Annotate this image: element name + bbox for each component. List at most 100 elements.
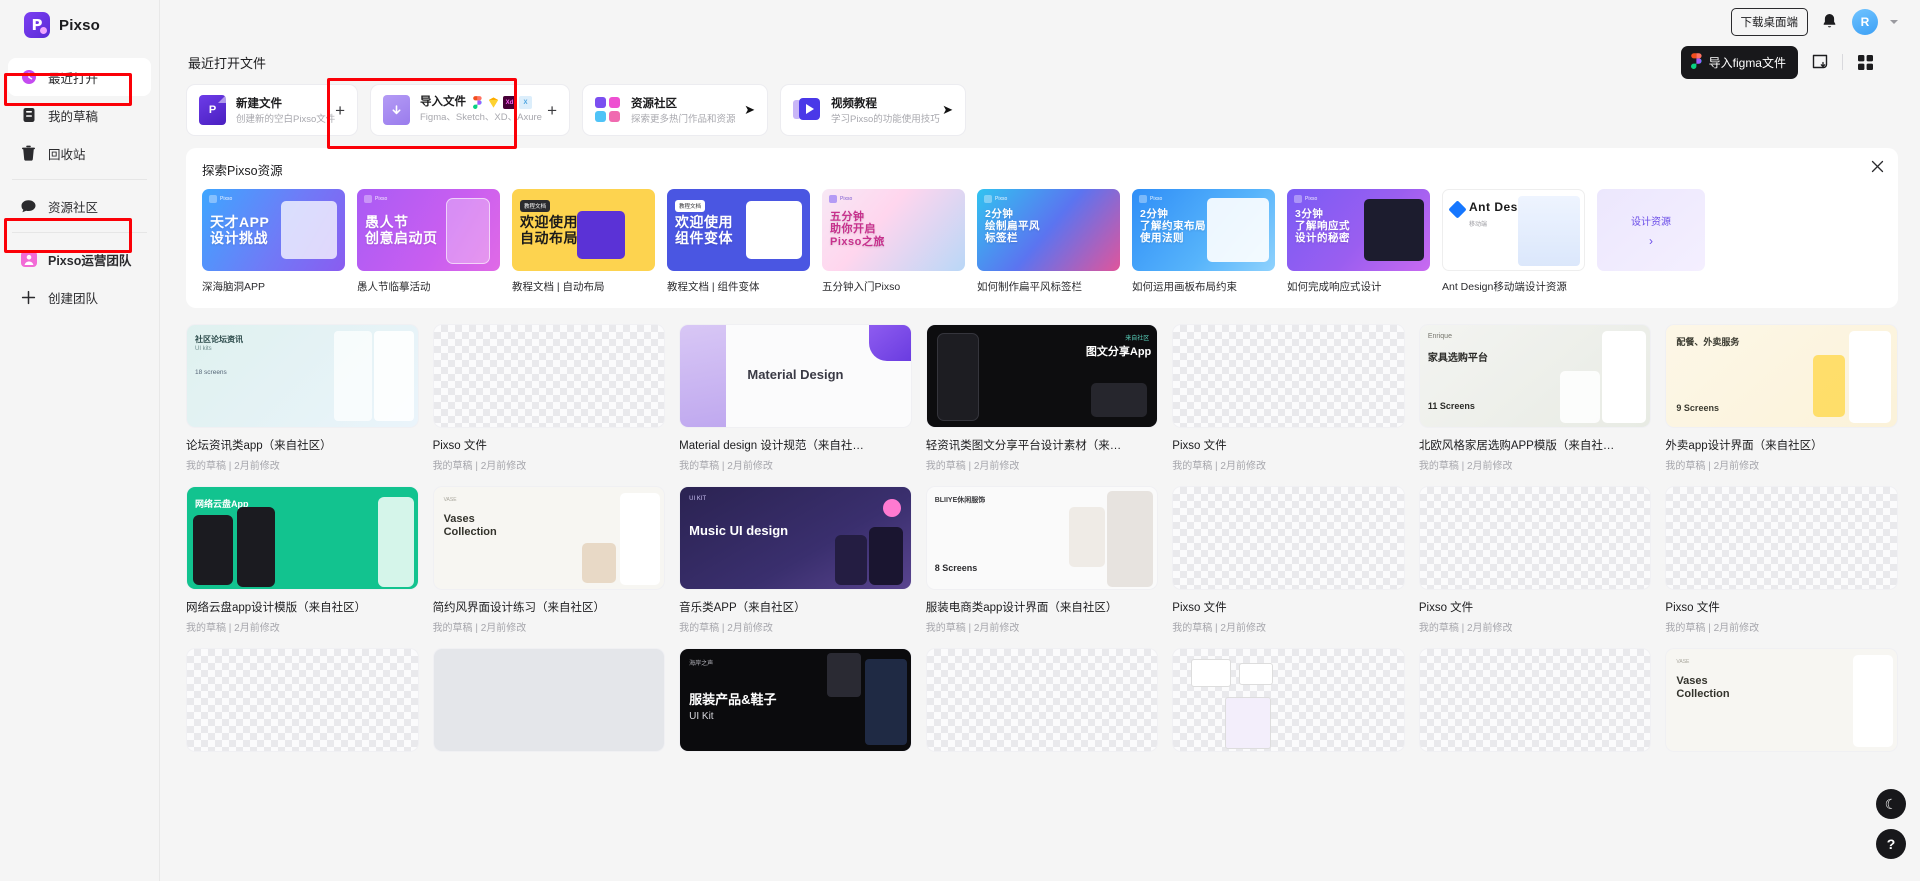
explore-thumb: Pixso 2分钟 绘制扁平风 标签栏 bbox=[977, 189, 1120, 271]
thumb-panel bbox=[1069, 507, 1106, 567]
file-card[interactable]: 图文分享App 来自社区 轻资讯类图文分享平台设计素材（来… 我的草稿 | 2月… bbox=[925, 324, 1159, 472]
sidebar-item-team[interactable]: Pixso运营团队 bbox=[8, 240, 151, 278]
file-card[interactable]: Material Design Material design 设计规范（来自社… bbox=[679, 324, 912, 472]
pixso-watermark: Pixso bbox=[364, 195, 387, 203]
file-card[interactable] bbox=[186, 648, 419, 752]
file-card[interactable]: 社区论坛资讯 UI kits 18 screens 论坛资讯类app（来自社区）… bbox=[186, 324, 419, 472]
file-card[interactable] bbox=[432, 648, 666, 752]
thumb-panel bbox=[1091, 383, 1148, 417]
sort-icon[interactable] bbox=[1809, 51, 1831, 73]
file-card[interactable]: Enrique 家具选购平台 11 Screens 北欧风格家居选购APP模版（… bbox=[1418, 324, 1652, 472]
file-meta: 我的草稿 | 2月前修改 bbox=[1418, 461, 1513, 472]
explore-card[interactable]: Pixso 2分钟 绘制扁平风 标签栏 如何制作扁平风标签栏 bbox=[977, 189, 1120, 294]
explore-card[interactable]: Pixso 五分钟 助你开启 Pixso之旅 五分钟入门Pixso bbox=[822, 189, 965, 294]
file-thumb bbox=[1172, 324, 1405, 428]
community-title: 资源社区 bbox=[631, 97, 677, 110]
trash-icon bbox=[20, 145, 37, 162]
sidebar-item-create-team[interactable]: 创建团队 bbox=[8, 278, 151, 316]
file-card[interactable] bbox=[1418, 648, 1652, 752]
explore-card[interactable]: Pixso 天才APP 设计挑战 深海脑洞APP bbox=[202, 189, 345, 294]
import-title-row: 导入文件 Xd X bbox=[420, 95, 537, 110]
help-icon[interactable]: ? bbox=[1876, 829, 1906, 859]
explore-tag: 教程文档 bbox=[520, 200, 551, 212]
avatar[interactable]: R bbox=[1852, 9, 1878, 35]
file-card[interactable]: 网络云盘App 网络云盘app设计模版（来自社区） 我的草稿 | 2月前修改 bbox=[186, 486, 419, 634]
thumb-brand: UI KIT bbox=[689, 496, 707, 502]
sidebar-item-drafts[interactable]: 我的草稿 bbox=[8, 96, 151, 134]
file-meta: 我的草稿 | 2月前修改 bbox=[432, 623, 527, 634]
file-card[interactable]: UI KIT Music UI design 音乐类APP（来自社区） 我的草稿… bbox=[679, 486, 912, 634]
explore-card[interactable]: 教程文档 欢迎使用 自动布局 教程文档 | 自动布局 bbox=[512, 189, 655, 294]
file-card[interactable]: Pixso 文件 我的草稿 | 2月前修改 bbox=[1172, 324, 1405, 472]
file-name: Pixso 文件 bbox=[432, 440, 487, 452]
arrow-right-icon[interactable]: ➤ bbox=[744, 102, 755, 118]
moon-icon[interactable]: ☾ bbox=[1876, 789, 1906, 819]
thumb-panel bbox=[826, 653, 861, 697]
file-card[interactable]: BLIIYE休闲服饰 8 Screens 服装电商类app设计界面（来自社区） … bbox=[925, 486, 1159, 634]
file-card[interactable] bbox=[925, 648, 1159, 752]
file-card[interactable]: VASE Vases Collection bbox=[1665, 648, 1898, 752]
file-card[interactable]: Pixso 文件 我的草稿 | 2月前修改 bbox=[1172, 486, 1405, 634]
explore-more-card[interactable]: 设计资源 › bbox=[1597, 189, 1705, 294]
file-thumb: 社区论坛资讯 UI kits 18 screens bbox=[186, 324, 419, 428]
import-file-card[interactable]: 导入文件 Xd X Figma、Sketch、XD、Axure + bbox=[370, 84, 570, 136]
explore-card[interactable]: Pixso 3分钟 了解响应式 设计的秘密 如何完成响应式设计 bbox=[1287, 189, 1430, 294]
community-text: 资源社区 探索更多热门作品和资源 bbox=[631, 94, 736, 127]
download-desktop-button[interactable]: 下载桌面端 bbox=[1730, 8, 1808, 36]
file-card[interactable]: VASE Vases Collection 简约风界面设计练习（来自社区） 我的草… bbox=[432, 486, 666, 634]
arrow-right-icon[interactable]: ➤ bbox=[942, 102, 953, 118]
explore-thumb: Ant Design 移动端 bbox=[1442, 189, 1585, 271]
file-name: 外卖app设计界面（来自社区） bbox=[1665, 440, 1823, 452]
thumb-screens: 18 screens bbox=[195, 369, 227, 376]
explore-thumb: Pixso 2分钟 了解约束布局 使用法则 bbox=[1132, 189, 1275, 271]
chevron-down-icon[interactable] bbox=[1890, 20, 1898, 24]
file-card[interactable] bbox=[1172, 648, 1405, 752]
thumb-panel bbox=[1560, 371, 1601, 423]
import-source-logos: Xd X bbox=[471, 96, 532, 110]
file-meta: 我的草稿 | 2月前修改 bbox=[1665, 461, 1760, 472]
close-icon[interactable] bbox=[1871, 160, 1884, 176]
new-file-subtitle: 创建新的空白Pixso文件 bbox=[236, 113, 336, 125]
file-card[interactable]: Pixso 文件 我的草稿 | 2月前修改 bbox=[1665, 486, 1898, 634]
file-card[interactable]: Pixso 文件 我的草稿 | 2月前修改 bbox=[1418, 486, 1652, 634]
file-meta: 我的草稿 | 2月前修改 bbox=[925, 461, 1020, 472]
file-card[interactable]: 配餐、外卖服务 9 Screens 外卖app设计界面（来自社区） 我的草稿 |… bbox=[1665, 324, 1898, 472]
file-card[interactable]: 海岸之声 服装产品&鞋子 UI Kit bbox=[679, 648, 912, 752]
thumb-panel bbox=[373, 331, 414, 421]
explore-card[interactable]: Pixso 愚人节 创意启动页 愚人节临摹活动 bbox=[357, 189, 500, 294]
grid-view-icon[interactable] bbox=[1854, 51, 1876, 73]
logo-dot bbox=[40, 27, 47, 34]
brand[interactable]: P Pixso bbox=[0, 0, 159, 52]
thumb-title: 图文分享App bbox=[1085, 346, 1152, 358]
video-tutorial-card[interactable]: 视频教程 学习Pixso的功能使用技巧 ➤ bbox=[780, 84, 966, 136]
explore-thumb: Pixso 五分钟 助你开启 Pixso之旅 bbox=[822, 189, 965, 271]
import-figma-label: 导入figma文件 bbox=[1708, 55, 1786, 70]
file-thumb: 图文分享App 来自社区 bbox=[925, 324, 1159, 428]
sidebar-item-recent[interactable]: 最近打开 bbox=[8, 58, 151, 96]
explore-thumb: Pixso 3分钟 了解响应式 设计的秘密 bbox=[1287, 189, 1430, 271]
explore-caption: 五分钟入门Pixso bbox=[822, 281, 901, 293]
file-thumb bbox=[1172, 648, 1405, 752]
explore-card[interactable]: Pixso 2分钟 了解约束布局 使用法则 如何运用画板布局约束 bbox=[1132, 189, 1275, 294]
plus-icon[interactable]: + bbox=[547, 102, 557, 119]
file-thumb bbox=[1172, 486, 1405, 590]
pixso-watermark: Pixso bbox=[984, 195, 1007, 203]
sidebar-item-label: 创建团队 bbox=[48, 291, 99, 306]
explore-headline: 五分钟 助你开启 Pixso之旅 bbox=[830, 211, 885, 248]
file-meta: 我的草稿 | 2月前修改 bbox=[925, 623, 1020, 634]
new-file-card[interactable]: P 新建文件 创建新的空白Pixso文件 + bbox=[186, 84, 358, 136]
sidebar-item-community[interactable]: 资源社区 bbox=[8, 187, 151, 225]
bell-icon[interactable] bbox=[1820, 12, 1840, 32]
explore-card[interactable]: 教程文档 欢迎使用 组件变体 教程文档 | 组件变体 bbox=[667, 189, 810, 294]
explore-card[interactable]: Ant Design 移动端 Ant Design移动端设计资源 bbox=[1442, 189, 1585, 294]
file-card[interactable]: Pixso 文件 我的草稿 | 2月前修改 bbox=[432, 324, 666, 472]
community-card[interactable]: 资源社区 探索更多热门作品和资源 ➤ bbox=[582, 84, 768, 136]
thumb-title: 配餐、外卖服务 bbox=[1676, 337, 1740, 347]
import-figma-button[interactable]: 导入figma文件 bbox=[1680, 45, 1798, 79]
thumb-brand: VASE bbox=[443, 497, 457, 503]
plus-icon[interactable]: + bbox=[335, 102, 345, 119]
thumb-panel bbox=[1207, 198, 1269, 262]
sidebar-item-trash[interactable]: 回收站 bbox=[8, 134, 151, 172]
file-meta: 我的草稿 | 2月前修改 bbox=[679, 461, 773, 472]
sidebar: P Pixso 最近打开 我的草稿 回收站 资源社区 Pixso运营团队 创建团… bbox=[0, 0, 160, 881]
